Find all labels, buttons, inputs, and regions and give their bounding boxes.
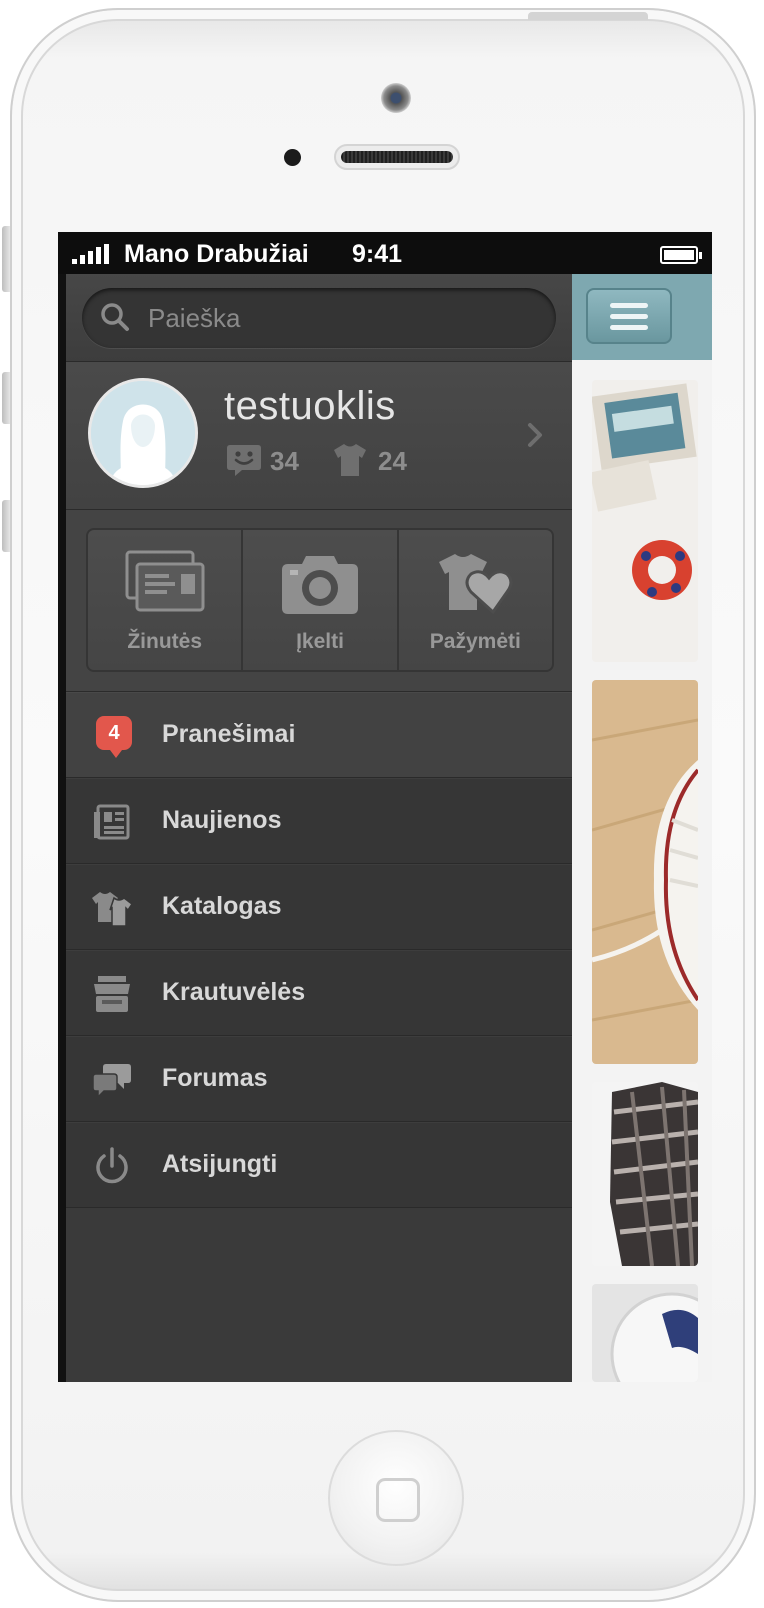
- avatar[interactable]: [88, 378, 198, 488]
- menu-toggle-button[interactable]: [586, 288, 672, 344]
- home-button-square-icon: [376, 1478, 420, 1522]
- nav-label: Krautuvėlės: [162, 978, 306, 1006]
- search-input[interactable]: Paieška: [82, 288, 556, 348]
- messages-count: 34: [270, 446, 299, 476]
- profile-username: testuoklis: [224, 384, 396, 428]
- nav-item-forum[interactable]: Forumas: [66, 1036, 572, 1122]
- product-image-sneaker: [592, 680, 698, 1064]
- nav-item-logout[interactable]: Atsijungti: [66, 1122, 572, 1208]
- product-card[interactable]: [592, 380, 698, 662]
- product-card[interactable]: [592, 1082, 698, 1266]
- proximity-sensor: [284, 149, 301, 166]
- product-card[interactable]: [592, 1284, 698, 1382]
- screen: Mano Drabužiai 9:41 Paieška testuoklis 3…: [58, 232, 712, 1382]
- nav-label: Katalogas: [162, 892, 282, 920]
- nav-item-shops[interactable]: Krautuvėlės: [66, 950, 572, 1036]
- top-bar: [572, 274, 712, 360]
- front-camera: [381, 83, 411, 113]
- product-card[interactable]: [592, 680, 698, 1064]
- clothes-icon: [92, 892, 132, 927]
- home-button[interactable]: [328, 1430, 464, 1566]
- chevron-right-icon: [528, 423, 542, 447]
- hamburger-icon: [610, 303, 648, 308]
- product-image-stamps-ring: [592, 380, 698, 662]
- earpiece-speaker: [334, 144, 460, 170]
- shop-icon: [94, 976, 130, 1012]
- dress-icon: [334, 444, 366, 476]
- status-time: 9:41: [352, 240, 403, 268]
- nav-item-catalog[interactable]: Katalogas: [66, 864, 572, 950]
- favorite-action-label: Pažymėti: [429, 630, 521, 653]
- search-bar: Paieška: [66, 274, 572, 362]
- mute-switch: [2, 226, 10, 292]
- nav-item-news[interactable]: Naujienos: [66, 778, 572, 864]
- volume-up-button: [2, 372, 10, 424]
- search-icon: [101, 303, 129, 331]
- profile-row[interactable]: testuoklis 34 24: [66, 362, 572, 510]
- status-bar: Mano Drabužiai 9:41: [58, 232, 712, 274]
- product-image-plate: [592, 1284, 698, 1382]
- nav-label: Forumas: [162, 1064, 268, 1092]
- notification-badge: 4: [96, 716, 132, 758]
- volume-down-button: [2, 500, 10, 552]
- messages-action-button[interactable]: Žinutės: [88, 530, 244, 670]
- nav-label: Atsijungti: [162, 1150, 278, 1178]
- nav-item-notifications[interactable]: 4 Pranešimai: [66, 692, 572, 778]
- nav-label: Pranešimai: [162, 720, 296, 748]
- chat-bubbles-icon: [92, 1064, 131, 1099]
- battery-icon: [660, 246, 702, 264]
- envelope-icon: [125, 550, 205, 612]
- newspaper-icon: [94, 804, 130, 840]
- smiley-chat-icon: [227, 445, 261, 476]
- nav-label: Naujienos: [162, 806, 282, 834]
- quick-actions-group: Žinutės Įkelti Pažymėti: [86, 528, 554, 672]
- shirt-heart-icon: [439, 554, 513, 615]
- signal-strength-icon: [72, 244, 109, 264]
- power-icon: [96, 1147, 128, 1184]
- search-placeholder: Paieška: [148, 303, 241, 333]
- items-count: 24: [378, 446, 407, 476]
- carrier-name: Mano Drabužiai: [124, 240, 309, 268]
- power-button: [528, 12, 648, 20]
- favorite-action-button[interactable]: Pažymėti: [399, 530, 552, 670]
- upload-action-button[interactable]: Įkelti: [243, 530, 399, 670]
- upload-action-label: Įkelti: [296, 630, 344, 653]
- side-menu: Paieška testuoklis 34 24 Žinutės Įkelti …: [66, 274, 572, 1382]
- messages-action-label: Žinutės: [127, 630, 202, 653]
- main-content-peek[interactable]: [572, 274, 712, 1382]
- product-image-cardigan: [592, 1082, 698, 1266]
- avatar-silhouette-icon: [91, 381, 195, 485]
- quick-actions: Žinutės Įkelti Pažymėti: [66, 510, 572, 692]
- camera-icon: [281, 556, 358, 614]
